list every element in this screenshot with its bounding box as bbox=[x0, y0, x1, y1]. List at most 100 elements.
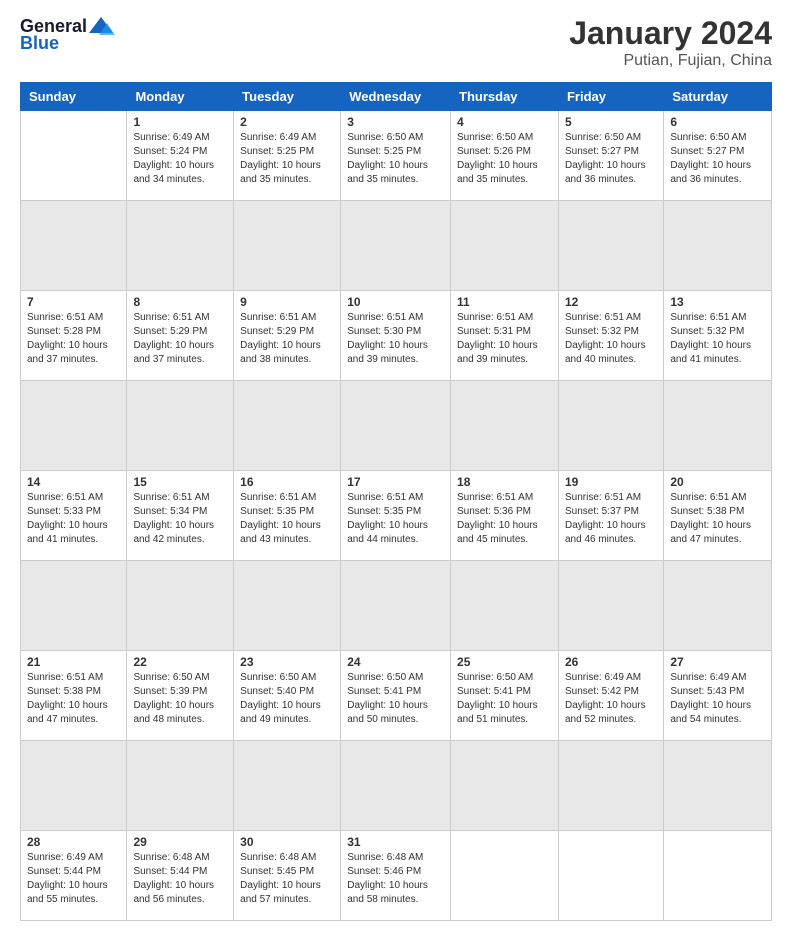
day-info: Sunrise: 6:51 AMSunset: 5:34 PMDaylight:… bbox=[133, 491, 227, 547]
calendar-cell: 28Sunrise: 6:49 AMSunset: 5:44 PMDayligh… bbox=[21, 831, 127, 921]
day-number: 18 bbox=[457, 475, 552, 489]
day-number: 4 bbox=[457, 115, 552, 129]
day-info: Sunrise: 6:51 AMSunset: 5:32 PMDaylight:… bbox=[670, 311, 765, 367]
header-row: Sunday Monday Tuesday Wednesday Thursday… bbox=[21, 83, 772, 111]
calendar-cell: 2Sunrise: 6:49 AMSunset: 5:25 PMDaylight… bbox=[234, 111, 341, 201]
header-tuesday: Tuesday bbox=[234, 83, 341, 111]
calendar-cell: 20 Sunrise: 6:51 AMSunset: 5:38 PMDayligh… bbox=[664, 471, 772, 561]
calendar-cell: 14 Sunrise: 6:51 AMSunset: 5:33 PMDayligh… bbox=[21, 471, 127, 561]
day-info: Sunrise: 6:50 AMSunset: 5:40 PMDaylight:… bbox=[240, 671, 334, 727]
day-number: 5 bbox=[565, 115, 657, 129]
calendar-cell: 26Sunrise: 6:49 AMSunset: 5:42 PMDayligh… bbox=[558, 651, 663, 741]
calendar-cell: 27 Sunrise: 6:49 AMSunset: 5:43 PMDayligh… bbox=[664, 651, 772, 741]
calendar-cell: 3 Sunrise: 6:50 AMSunset: 5:25 PMDaylight… bbox=[341, 111, 451, 201]
day-number: 3 bbox=[347, 115, 444, 129]
day-number: 15 bbox=[133, 475, 227, 489]
day-number: 11 bbox=[457, 295, 552, 309]
calendar-cell: 5 Sunrise: 6:50 AMSunset: 5:27 PMDaylight… bbox=[558, 111, 663, 201]
week-divider bbox=[21, 741, 772, 831]
day-number: 27 bbox=[670, 655, 765, 669]
calendar-cell bbox=[664, 831, 772, 921]
table-row: 21 Sunrise: 6:51 AMSunset: 5:38 PMDayligh… bbox=[21, 651, 772, 741]
calendar-cell bbox=[21, 111, 127, 201]
header-monday: Monday bbox=[127, 83, 234, 111]
calendar-table: Sunday Monday Tuesday Wednesday Thursday… bbox=[20, 82, 772, 921]
day-info: Sunrise: 6:50 AMSunset: 5:41 PMDaylight:… bbox=[457, 671, 552, 727]
day-info: Sunrise: 6:49 AMSunset: 5:25 PMDaylight:… bbox=[240, 131, 334, 187]
calendar-cell: 30 Sunrise: 6:48 AMSunset: 5:45 PMDayligh… bbox=[234, 831, 341, 921]
day-info: Sunrise: 6:51 AMSunset: 5:32 PMDaylight:… bbox=[565, 311, 657, 367]
calendar-cell: 10 Sunrise: 6:51 AMSunset: 5:30 PMDayligh… bbox=[341, 291, 451, 381]
calendar-cell: 16 Sunrise: 6:51 AMSunset: 5:35 PMDayligh… bbox=[234, 471, 341, 561]
calendar-cell: 19Sunrise: 6:51 AMSunset: 5:37 PMDayligh… bbox=[558, 471, 663, 561]
calendar-cell: 17 Sunrise: 6:51 AMSunset: 5:35 PMDayligh… bbox=[341, 471, 451, 561]
day-number: 14 bbox=[27, 475, 120, 489]
day-number: 7 bbox=[27, 295, 120, 309]
calendar-cell: 18Sunrise: 6:51 AMSunset: 5:36 PMDayligh… bbox=[451, 471, 559, 561]
day-info: Sunrise: 6:49 AMSunset: 5:42 PMDaylight:… bbox=[565, 671, 657, 727]
table-row: 1Sunrise: 6:49 AMSunset: 5:24 PMDaylight… bbox=[21, 111, 772, 201]
week-divider bbox=[21, 381, 772, 471]
calendar-cell: 13 Sunrise: 6:51 AMSunset: 5:32 PMDayligh… bbox=[664, 291, 772, 381]
day-number: 17 bbox=[347, 475, 444, 489]
day-number: 24 bbox=[347, 655, 444, 669]
week-divider bbox=[21, 201, 772, 291]
day-number: 9 bbox=[240, 295, 334, 309]
week-divider bbox=[21, 561, 772, 651]
day-info: Sunrise: 6:50 AMSunset: 5:39 PMDaylight:… bbox=[133, 671, 227, 727]
day-info: Sunrise: 6:51 AMSunset: 5:28 PMDaylight:… bbox=[27, 311, 120, 367]
day-info: Sunrise: 6:48 AMSunset: 5:44 PMDaylight:… bbox=[133, 851, 227, 907]
day-info: Sunrise: 6:48 AMSunset: 5:45 PMDaylight:… bbox=[240, 851, 334, 907]
header-friday: Friday bbox=[558, 83, 663, 111]
day-info: Sunrise: 6:51 AMSunset: 5:29 PMDaylight:… bbox=[133, 311, 227, 367]
day-info: Sunrise: 6:49 AMSunset: 5:43 PMDaylight:… bbox=[670, 671, 765, 727]
header-wednesday: Wednesday bbox=[341, 83, 451, 111]
day-number: 10 bbox=[347, 295, 444, 309]
day-info: Sunrise: 6:50 AMSunset: 5:27 PMDaylight:… bbox=[565, 131, 657, 187]
table-row: 28Sunrise: 6:49 AMSunset: 5:44 PMDayligh… bbox=[21, 831, 772, 921]
calendar-cell: 11 Sunrise: 6:51 AMSunset: 5:31 PMDayligh… bbox=[451, 291, 559, 381]
day-info: Sunrise: 6:51 AMSunset: 5:35 PMDaylight:… bbox=[240, 491, 334, 547]
day-number: 6 bbox=[670, 115, 765, 129]
day-number: 31 bbox=[347, 835, 444, 849]
day-info: Sunrise: 6:51 AMSunset: 5:35 PMDaylight:… bbox=[347, 491, 444, 547]
day-number: 1 bbox=[133, 115, 227, 129]
day-number: 20 bbox=[670, 475, 765, 489]
day-info: Sunrise: 6:50 AMSunset: 5:26 PMDaylight:… bbox=[457, 131, 552, 187]
page: General Blue January 2024 Putian, Fujian… bbox=[0, 0, 792, 936]
calendar-cell: 29 Sunrise: 6:48 AMSunset: 5:44 PMDayligh… bbox=[127, 831, 234, 921]
day-info: Sunrise: 6:51 AMSunset: 5:37 PMDaylight:… bbox=[565, 491, 657, 547]
day-info: Sunrise: 6:51 AMSunset: 5:30 PMDaylight:… bbox=[347, 311, 444, 367]
day-info: Sunrise: 6:50 AMSunset: 5:25 PMDaylight:… bbox=[347, 131, 444, 187]
day-number: 21 bbox=[27, 655, 120, 669]
header-saturday: Saturday bbox=[664, 83, 772, 111]
calendar-cell: 6Sunrise: 6:50 AMSunset: 5:27 PMDaylight… bbox=[664, 111, 772, 201]
day-number: 16 bbox=[240, 475, 334, 489]
day-info: Sunrise: 6:51 AMSunset: 5:33 PMDaylight:… bbox=[27, 491, 120, 547]
calendar-cell: 8 Sunrise: 6:51 AMSunset: 5:29 PMDaylight… bbox=[127, 291, 234, 381]
calendar-cell bbox=[558, 831, 663, 921]
day-info: Sunrise: 6:48 AMSunset: 5:46 PMDaylight:… bbox=[347, 851, 444, 907]
calendar-cell: 22Sunrise: 6:50 AMSunset: 5:39 PMDayligh… bbox=[127, 651, 234, 741]
calendar-cell: 4 Sunrise: 6:50 AMSunset: 5:26 PMDaylight… bbox=[451, 111, 559, 201]
calendar-title: January 2024 bbox=[569, 15, 772, 52]
calendar-subtitle: Putian, Fujian, China bbox=[569, 52, 772, 70]
calendar-cell: 9Sunrise: 6:51 AMSunset: 5:29 PMDaylight… bbox=[234, 291, 341, 381]
calendar-cell: 21 Sunrise: 6:51 AMSunset: 5:38 PMDayligh… bbox=[21, 651, 127, 741]
calendar-cell: 12Sunrise: 6:51 AMSunset: 5:32 PMDayligh… bbox=[558, 291, 663, 381]
calendar-cell: 23Sunrise: 6:50 AMSunset: 5:40 PMDayligh… bbox=[234, 651, 341, 741]
day-number: 30 bbox=[240, 835, 334, 849]
calendar-cell: 1Sunrise: 6:49 AMSunset: 5:24 PMDaylight… bbox=[127, 111, 234, 201]
day-number: 25 bbox=[457, 655, 552, 669]
logo-blue: Blue bbox=[20, 33, 115, 54]
day-number: 13 bbox=[670, 295, 765, 309]
header: General Blue January 2024 Putian, Fujian… bbox=[20, 15, 772, 70]
day-number: 29 bbox=[133, 835, 227, 849]
header-thursday: Thursday bbox=[451, 83, 559, 111]
calendar-cell: 7 Sunrise: 6:51 AMSunset: 5:28 PMDaylight… bbox=[21, 291, 127, 381]
day-number: 8 bbox=[133, 295, 227, 309]
day-info: Sunrise: 6:51 AMSunset: 5:38 PMDaylight:… bbox=[670, 491, 765, 547]
day-info: Sunrise: 6:51 AMSunset: 5:38 PMDaylight:… bbox=[27, 671, 120, 727]
day-info: Sunrise: 6:51 AMSunset: 5:31 PMDaylight:… bbox=[457, 311, 552, 367]
day-info: Sunrise: 6:49 AMSunset: 5:44 PMDaylight:… bbox=[27, 851, 120, 907]
